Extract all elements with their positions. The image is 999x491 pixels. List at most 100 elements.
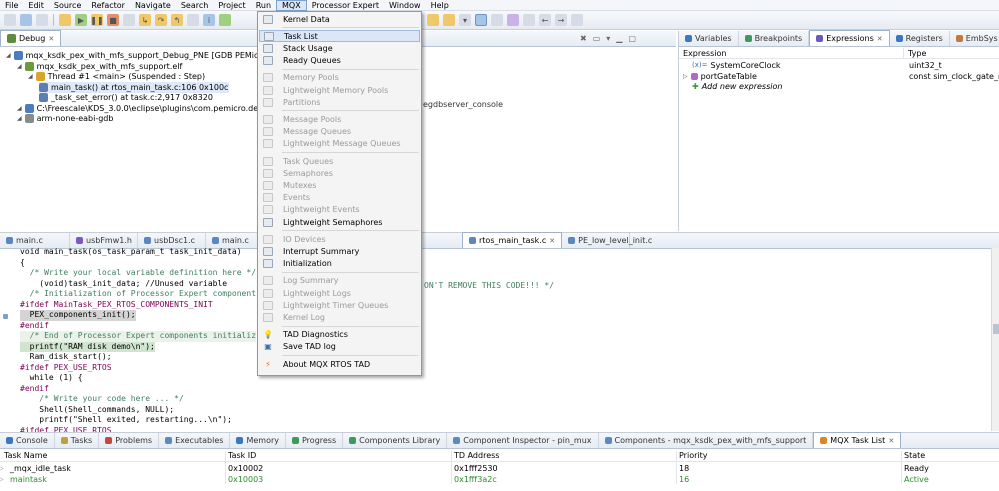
column-td-address[interactable]: TD Address <box>454 451 499 460</box>
menu-project[interactable]: Project <box>213 0 250 11</box>
tab-component-inspector-pin-mux[interactable]: Component Inspector - pin_mux <box>447 433 599 448</box>
menu-edit[interactable]: Edit <box>23 0 49 11</box>
tab-memory[interactable]: Memory <box>230 433 286 448</box>
editor-scrollbar[interactable] <box>991 248 999 431</box>
menu-item-partitions[interactable]: Partitions <box>259 96 420 108</box>
step-into-icon[interactable]: ↳ <box>139 14 151 26</box>
tools-icon[interactable] <box>443 14 455 26</box>
expand-arrow-icon[interactable]: ◢ <box>28 71 33 82</box>
menu-item-io-devices[interactable]: IO Devices <box>259 233 420 245</box>
menu-help[interactable]: Help <box>426 0 454 11</box>
menu-item-tad-diagnostics[interactable]: 💡 TAD Diagnostics <box>259 329 420 341</box>
menu-item-lightweight-memory-pools[interactable]: Lightweight Memory Pools <box>259 84 420 96</box>
tab-components-library[interactable]: Components Library <box>343 433 448 448</box>
tab-tasks[interactable]: Tasks <box>55 433 100 448</box>
menu-refactor[interactable]: Refactor <box>86 0 130 11</box>
step-over-icon[interactable]: ↷ <box>155 14 167 26</box>
new-icon[interactable] <box>4 14 16 26</box>
debug-tree-item[interactable]: ◢ C:\Freescale\KDS_3.0.0\eclipse\plugins\… <box>17 103 263 114</box>
close-icon[interactable]: ✕ <box>48 35 54 43</box>
debug-tree-item[interactable]: ◢ arm-none-eabi-gdb <box>17 113 113 124</box>
highlight-toggle-icon[interactable] <box>475 14 487 26</box>
menu-item-lightweight-message-queues[interactable]: Lightweight Message Queues <box>259 138 420 150</box>
debug-tree-item[interactable]: ◢ Thread #1 <main> (Suspended : Step) <box>28 71 205 82</box>
column-task-id[interactable]: Task ID <box>228 451 256 460</box>
tab-rtos-main-task-c[interactable]: rtos_main_task.c ✕ <box>462 232 563 248</box>
menu-source[interactable]: Source <box>49 0 86 11</box>
column-task-name[interactable]: Task Name <box>4 451 47 460</box>
dropdown-icon[interactable]: ▾ <box>459 14 471 26</box>
menu-item-stack-usage[interactable]: Stack Usage <box>259 42 420 54</box>
tab-embsys-register[interactable]: EmbSys Register <box>950 31 999 46</box>
tab-usbfmw1-h[interactable]: usbFmw1.h <box>70 233 138 248</box>
tab-console[interactable]: Console <box>0 433 55 448</box>
expand-arrow-icon[interactable]: ◢ <box>17 61 22 72</box>
tab-components-mqx-ksdk-pex-with-mfs-support[interactable]: Components - mqx_ksdk_pex_with_mfs_suppo… <box>599 433 814 448</box>
save-all-icon[interactable] <box>36 14 48 26</box>
code-editor[interactable]: void main_task(os_task_param_t task_init… <box>0 247 991 456</box>
tab-variables[interactable]: Variables <box>679 31 739 46</box>
column-type[interactable]: Type <box>904 48 999 58</box>
menu-item-lightweight-events[interactable]: Lightweight Events <box>259 204 420 216</box>
menu-item-save-tad-log[interactable]: ▣ Save TAD log <box>259 341 420 353</box>
expression-row[interactable]: (x)= SystemCoreClock <box>683 60 998 71</box>
close-icon[interactable]: ✕ <box>549 237 555 245</box>
step-return-icon[interactable]: ↰ <box>171 14 183 26</box>
maximize-icon[interactable]: ▢ <box>628 34 636 43</box>
forward-icon[interactable]: → <box>555 14 567 26</box>
menu-item-memory-pools[interactable]: Memory Pools <box>259 72 420 84</box>
collapse-all-icon[interactable]: ▭ <box>593 34 601 43</box>
next-annotation-icon[interactable] <box>507 14 519 26</box>
tab-mqx-task-list[interactable]: MQX Task List ✕ <box>813 432 902 448</box>
expression-name[interactable]: Add new expression <box>702 81 783 92</box>
menu-navigate[interactable]: Navigate <box>130 0 176 11</box>
menu-item-events[interactable]: Events <box>259 192 420 204</box>
column-priority[interactable]: Priority <box>679 451 707 460</box>
column-expression[interactable]: Expression <box>679 48 904 58</box>
view-menu-icon[interactable]: ▾ <box>606 34 610 43</box>
menu-item-interrupt-summary[interactable]: Interrupt Summary <box>259 245 420 257</box>
menu-item-lightweight-semaphores[interactable]: Lightweight Semaphores <box>259 216 420 228</box>
expand-arrow-icon[interactable]: ▷ <box>0 463 4 474</box>
expand-arrow-icon[interactable]: ◢ <box>6 50 11 61</box>
scrollbar-thumb[interactable] <box>993 324 999 334</box>
expand-arrow-icon[interactable]: ◢ <box>17 113 22 124</box>
expand-arrow-icon[interactable]: ▷ <box>683 71 688 82</box>
menu-search[interactable]: Search <box>176 0 213 11</box>
prev-annotation-icon[interactable] <box>523 14 535 26</box>
tab-problems[interactable]: Problems <box>99 433 160 448</box>
menu-window[interactable]: Window <box>384 0 426 11</box>
tab-main-c[interactable]: main.c <box>0 233 70 248</box>
menu-run[interactable]: Run <box>251 0 276 11</box>
save-icon[interactable] <box>20 14 32 26</box>
expand-arrow-icon[interactable]: ◢ <box>17 103 22 114</box>
menu-item-task-queues[interactable]: Task Queues <box>259 155 420 167</box>
expand-arrow-icon[interactable]: ▷ <box>0 474 4 485</box>
tab-expressions[interactable]: Expressions ✕ <box>809 30 890 46</box>
menu-item-log-summary[interactable]: Log Summary <box>259 275 420 287</box>
close-icon[interactable]: ✕ <box>888 437 894 445</box>
back-icon[interactable]: ← <box>539 14 551 26</box>
tab-registers[interactable]: Registers <box>890 31 950 46</box>
table-row[interactable]: ▷ maintask 0x10003 0x1fff3a2c 16 Active <box>0 474 999 485</box>
open-folder-icon[interactable] <box>427 14 439 26</box>
disconnect-icon[interactable] <box>123 14 135 26</box>
debug-tree-item[interactable]: ◢ mqx_ksdk_pex_with_mfs_support_Debug_PNE… <box>6 50 266 61</box>
menu-item-lightweight-logs[interactable]: Lightweight Logs <box>259 287 420 299</box>
debug-icon[interactable] <box>219 14 231 26</box>
menu-mqx[interactable]: MQX <box>276 0 307 11</box>
column-state[interactable]: State <box>904 451 925 460</box>
build-icon[interactable] <box>59 14 71 26</box>
suspend-icon[interactable]: ❚❚ <box>90 14 104 26</box>
tab-executables[interactable]: Executables <box>159 433 231 448</box>
menu-item-mutexes[interactable]: Mutexes <box>259 179 420 191</box>
annotation-icon[interactable] <box>491 14 503 26</box>
menu-file[interactable]: File <box>0 0 23 11</box>
menu-item-task-list[interactable]: Task List <box>259 30 420 43</box>
menu-item-message-pools[interactable]: Message Pools <box>259 113 420 125</box>
resume-icon[interactable]: ▶ <box>75 14 87 26</box>
restart-icon[interactable] <box>187 14 199 26</box>
tab-breakpoints[interactable]: Breakpoints <box>739 31 810 46</box>
debug-tree-item[interactable]: _task_set_error() at task.c:2,917 0x8320 <box>39 92 213 103</box>
instruction-step-icon[interactable]: i <box>203 14 215 26</box>
